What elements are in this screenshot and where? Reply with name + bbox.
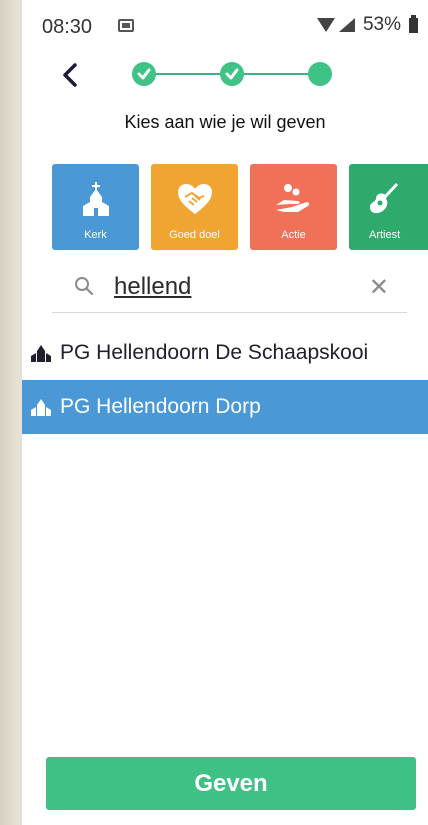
church-group-icon (31, 345, 51, 362)
list-item-selected[interactable]: PG Hellendoorn Dorp (22, 380, 428, 434)
chevron-left-icon (63, 63, 77, 87)
battery-percent: 53% (362, 14, 401, 35)
hand-coins-icon (275, 184, 309, 212)
guitar-icon (369, 182, 399, 214)
category-label: Actie (281, 229, 306, 241)
status-bar: 08:30 53% (22, 0, 428, 50)
category-label: Goed doel (169, 229, 220, 241)
close-icon[interactable]: ✕ (369, 276, 389, 300)
progress-stepper (132, 62, 332, 86)
search-input[interactable] (114, 272, 354, 302)
back-button[interactable] (58, 60, 82, 90)
step-3-current (308, 62, 332, 86)
step-2-complete (220, 62, 244, 86)
give-button[interactable]: Geven (46, 757, 416, 810)
category-label: Kerk (84, 229, 107, 241)
church-icon (82, 182, 109, 216)
category-kerk[interactable]: Kerk (52, 164, 139, 250)
signal-icon (338, 18, 355, 32)
category-actie[interactable]: Actie (250, 164, 337, 250)
category-goed-doel[interactable]: Goed doel (151, 164, 238, 250)
search-bar: ✕ (52, 268, 407, 313)
heart-handshake-icon (177, 184, 212, 214)
category-artiest[interactable]: Artiest (349, 164, 428, 250)
app-screen: 08:30 53% Kies aan wie je wil geven Kerk… (22, 0, 428, 825)
step-1-complete (132, 62, 156, 86)
battery-icon (409, 14, 418, 33)
church-group-icon (31, 399, 51, 416)
list-item[interactable]: PG Hellendoorn De Schaapskooi (22, 326, 428, 380)
page-title: Kies aan wie je wil geven (124, 112, 326, 132)
status-time: 08:30 (42, 16, 93, 38)
check-icon (137, 68, 151, 80)
search-icon (74, 276, 94, 301)
category-carousel[interactable]: Kerk Goed doel Actie Artiest (52, 164, 428, 250)
sim-card-icon (118, 19, 134, 32)
result-label: PG Hellendoorn De Schaapskooi (60, 341, 369, 364)
category-label: Artiest (369, 229, 401, 241)
status-right-group: 53% (316, 14, 418, 36)
wifi-icon (316, 18, 335, 32)
results-list: PG Hellendoorn De Schaapskooi PG Hellend… (22, 326, 428, 434)
check-icon (225, 68, 239, 80)
result-label: PG Hellendoorn Dorp (60, 395, 261, 418)
